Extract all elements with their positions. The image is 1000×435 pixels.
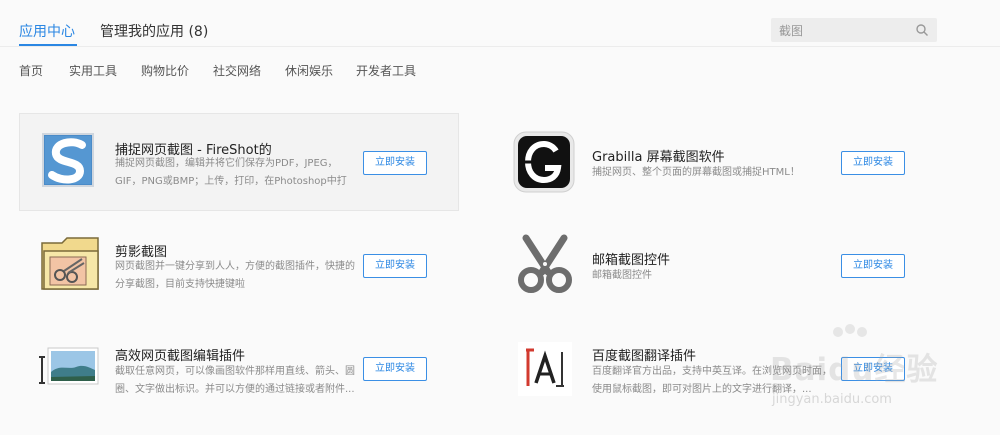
grabilla-icon xyxy=(513,131,575,193)
nav-social[interactable]: 社交网络 xyxy=(213,62,261,79)
watermark-text: Baidu经验 xyxy=(770,352,939,388)
search-input[interactable] xyxy=(779,21,909,39)
install-button[interactable]: 立即安装 xyxy=(841,254,905,278)
tab-manage-my-apps[interactable]: 管理我的应用 (8) xyxy=(100,21,208,41)
nav-developer-tools[interactable]: 开发者工具 xyxy=(356,62,416,79)
paw-icon xyxy=(833,324,867,337)
install-button[interactable]: 立即安装 xyxy=(363,254,427,278)
nav-home[interactable]: 首页 xyxy=(19,62,43,79)
search-icon[interactable] xyxy=(915,23,929,37)
nav-utilities[interactable]: 实用工具 xyxy=(69,62,117,79)
folder-scissors-icon xyxy=(41,237,99,290)
scissors-icon xyxy=(518,234,572,293)
install-button[interactable]: 立即安装 xyxy=(841,151,905,175)
baidu-watermark: Baidu经验 jingyan.baidu.com xyxy=(760,322,980,414)
header-divider xyxy=(0,46,1000,47)
app-name[interactable]: 百度截图翻译插件 xyxy=(592,345,696,364)
app-name[interactable]: 高效网页截图编辑插件 xyxy=(115,345,245,364)
translate-a-icon xyxy=(518,342,572,396)
app-description: 捕捉网页截图，编辑并将它们保存为PDF，JPEG，GIF，PNG或BMP；上传，… xyxy=(115,158,347,187)
tab-app-center[interactable]: 应用中心 xyxy=(19,21,75,41)
app-description: 截取任意网页，可以像画图软件那样用直线、箭头、圆圈、文字做出标识。并可以方便的通… xyxy=(115,366,355,395)
app-name[interactable]: 邮箱截图控件 xyxy=(592,249,670,268)
nav-shopping[interactable]: 购物比价 xyxy=(141,62,189,79)
search-box[interactable] xyxy=(771,18,937,42)
app-name[interactable]: Grabilla 屏幕截图软件 xyxy=(592,146,725,165)
active-tab-indicator xyxy=(19,44,77,46)
install-button[interactable]: 立即安装 xyxy=(363,357,427,381)
app-description: 邮箱截图控件 xyxy=(592,270,652,281)
fireshot-icon xyxy=(42,133,94,187)
app-description: 网页截图并一键分享到人人，方便的截图插件，快捷的分享截图，目前支持快捷键啦 xyxy=(115,261,355,290)
watermark-url: jingyan.baidu.com xyxy=(772,392,892,407)
header-bar: 应用中心 管理我的应用 (8) xyxy=(0,0,1000,50)
image-editor-icon xyxy=(39,347,99,385)
nav-entertainment[interactable]: 休闲娱乐 xyxy=(285,62,333,79)
app-description: 捕捉网页、整个页面的屏幕截图或捕捉HTML！ xyxy=(592,167,800,178)
install-button[interactable]: 立即安装 xyxy=(363,151,427,175)
